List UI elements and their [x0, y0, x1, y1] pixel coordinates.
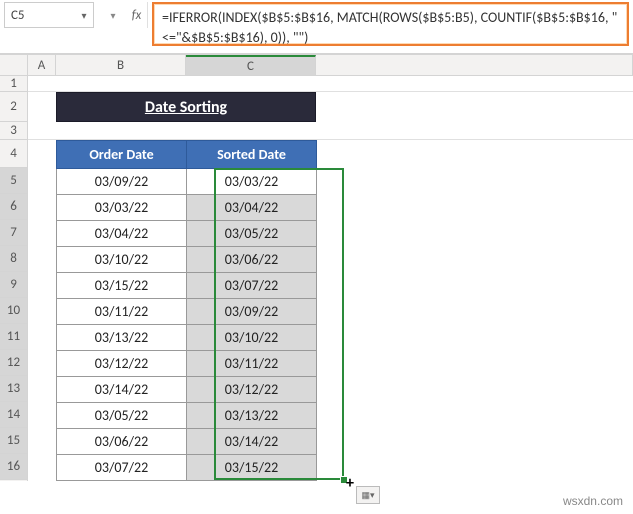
table-row: 03/06/2203/14/22: [57, 429, 317, 455]
column-headers: A B C: [0, 54, 633, 76]
cell-order[interactable]: 03/15/22: [57, 273, 187, 299]
formula-input[interactable]: =IFERROR(INDEX($B$5:$B$16, MATCH(ROWS($B…: [152, 2, 629, 46]
table-row: 03/10/2203/06/22: [57, 247, 317, 273]
col-header-b[interactable]: B: [56, 55, 186, 75]
name-box-value: C5: [5, 8, 75, 23]
name-box-dropdown-icon[interactable]: ▾: [75, 9, 93, 22]
table-row: 03/07/2203/15/22: [57, 455, 317, 481]
data-table: Order Date Sorted Date 03/09/2203/03/22 …: [56, 140, 317, 481]
cell-order[interactable]: 03/10/22: [57, 247, 187, 273]
cells-area[interactable]: Date Sorting Order Date Sorted Date 03/0…: [28, 76, 633, 481]
cell-sorted[interactable]: 03/14/22: [187, 429, 317, 455]
cell-order[interactable]: 03/04/22: [57, 221, 187, 247]
cell-sorted[interactable]: 03/13/22: [187, 403, 317, 429]
table-row: 03/15/2203/07/22: [57, 273, 317, 299]
col-header-c[interactable]: C: [186, 55, 316, 75]
cell-order[interactable]: 03/14/22: [57, 377, 187, 403]
table-row: 03/12/2203/11/22: [57, 351, 317, 377]
cell-sorted[interactable]: 03/04/22: [187, 195, 317, 221]
table-header-row: Order Date Sorted Date: [57, 141, 317, 169]
row-header-11[interactable]: 11: [0, 324, 27, 350]
col-header-a[interactable]: A: [28, 55, 56, 75]
fill-cursor-icon: +: [346, 474, 354, 493]
row-header-16[interactable]: 16: [0, 454, 27, 480]
cell-order[interactable]: 03/05/22: [57, 403, 187, 429]
table-row: 03/05/2203/13/22: [57, 403, 317, 429]
watermark: wsxdn.com: [563, 494, 623, 508]
formula-bar-row: C5 ▾ ▾ fx =IFERROR(INDEX($B$5:$B$16, MAT…: [0, 0, 633, 54]
row-header-5[interactable]: 5: [0, 168, 27, 194]
cell-order[interactable]: 03/07/22: [57, 455, 187, 481]
row-header-6[interactable]: 6: [0, 194, 27, 220]
table-row: 03/13/2203/10/22: [57, 325, 317, 351]
cell-sorted[interactable]: 03/12/22: [187, 377, 317, 403]
cell-order[interactable]: 03/06/22: [57, 429, 187, 455]
table-row: 03/04/2203/05/22: [57, 221, 317, 247]
cell-sorted[interactable]: 03/03/22: [187, 169, 317, 195]
cell-sorted[interactable]: 03/15/22: [187, 455, 317, 481]
row-header-15[interactable]: 15: [0, 428, 27, 454]
row-header-8[interactable]: 8: [0, 246, 27, 272]
cell-order[interactable]: 03/03/22: [57, 195, 187, 221]
row-header-4[interactable]: 4: [0, 140, 27, 168]
data-table-wrap: Order Date Sorted Date 03/09/2203/03/22 …: [28, 140, 633, 481]
cell-sorted[interactable]: 03/11/22: [187, 351, 317, 377]
row-header-1[interactable]: 1: [0, 76, 27, 92]
row-header-9[interactable]: 9: [0, 272, 27, 298]
title-row: Date Sorting: [28, 92, 633, 122]
row-header-10[interactable]: 10: [0, 298, 27, 324]
cell-order[interactable]: 03/11/22: [57, 299, 187, 325]
row-header-14[interactable]: 14: [0, 402, 27, 428]
table-row: 03/11/2203/09/22: [57, 299, 317, 325]
table-row: 03/03/2203/04/22: [57, 195, 317, 221]
row-header-12[interactable]: 12: [0, 350, 27, 376]
row-header-7[interactable]: 7: [0, 220, 27, 246]
cell-sorted[interactable]: 03/10/22: [187, 325, 317, 351]
grid: 1 2 3 4 5 6 7 8 9 10 11 12 13 14 15 16 D…: [0, 76, 633, 481]
select-all-triangle[interactable]: [0, 55, 28, 75]
cell-order[interactable]: 03/09/22: [57, 169, 187, 195]
row-3-blank[interactable]: [28, 122, 633, 140]
cell-order[interactable]: 03/13/22: [57, 325, 187, 351]
row-header-2[interactable]: 2: [0, 92, 27, 122]
header-order-date[interactable]: Order Date: [57, 141, 187, 169]
row-headers: 1 2 3 4 5 6 7 8 9 10 11 12 13 14 15 16: [0, 76, 28, 481]
table-row: 03/09/2203/03/22: [57, 169, 317, 195]
page-title[interactable]: Date Sorting: [56, 92, 316, 122]
autofill-options-button[interactable]: ▦▾: [356, 486, 380, 504]
formula-dropdown-icon[interactable]: ▾: [100, 2, 126, 28]
cell-sorted[interactable]: 03/05/22: [187, 221, 317, 247]
col-header-rest: [316, 55, 633, 75]
cell-sorted[interactable]: 03/06/22: [187, 247, 317, 273]
cell-sorted[interactable]: 03/07/22: [187, 273, 317, 299]
cell-order[interactable]: 03/12/22: [57, 351, 187, 377]
header-sorted-date[interactable]: Sorted Date: [187, 141, 317, 169]
row-header-3[interactable]: 3: [0, 122, 27, 140]
cell-sorted[interactable]: 03/09/22: [187, 299, 317, 325]
name-box[interactable]: C5 ▾: [4, 2, 94, 28]
table-row: 03/14/2203/12/22: [57, 377, 317, 403]
row-header-13[interactable]: 13: [0, 376, 27, 402]
row-1-blank[interactable]: [28, 76, 633, 92]
fx-label-icon[interactable]: fx: [126, 2, 148, 28]
